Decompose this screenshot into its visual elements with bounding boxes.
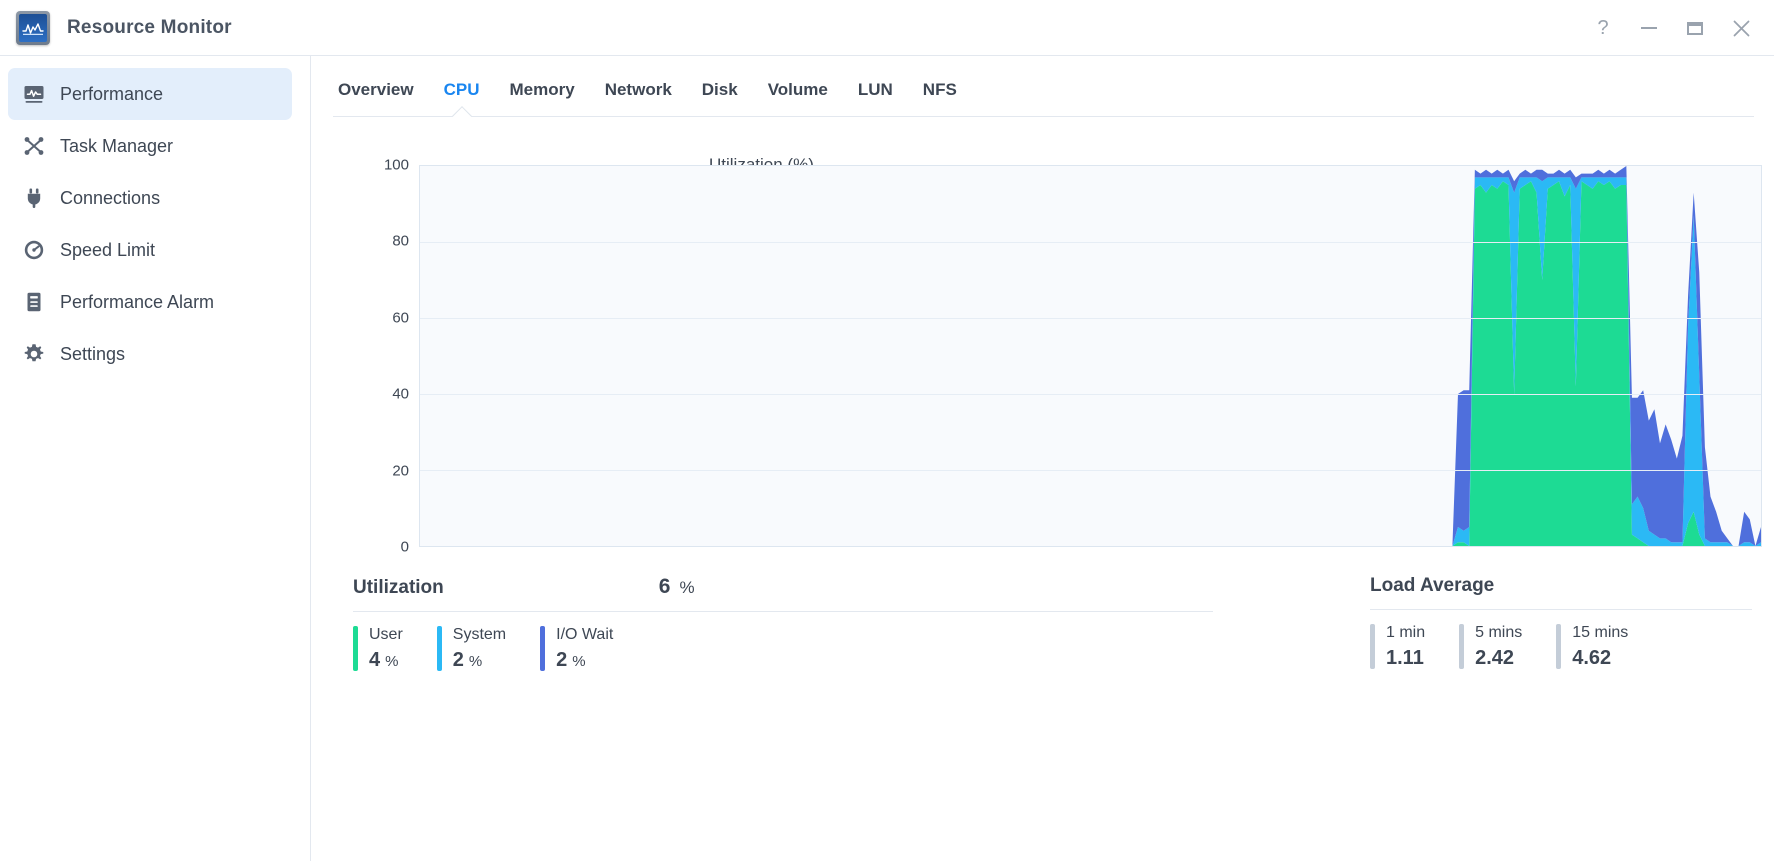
load-5min-swatch: [1459, 624, 1464, 669]
utilization-title: Utilization: [353, 577, 444, 599]
tab-network[interactable]: Network: [590, 80, 687, 116]
minimize-button[interactable]: [1626, 5, 1672, 51]
chart-gridline: [420, 318, 1761, 319]
y-axis-tick: 0: [401, 539, 409, 556]
chart-series-svg: [420, 166, 1761, 546]
load-15min-swatch: [1556, 624, 1561, 669]
metric-label: 15 mins: [1572, 624, 1628, 642]
gauge-icon: [22, 238, 46, 262]
metric-io-wait: I/O Wait 2%: [540, 626, 647, 671]
window-controls: ?: [1580, 0, 1764, 56]
metric-value: 4.62: [1572, 647, 1628, 669]
y-axis-tick: 40: [392, 386, 409, 403]
title-bar: Resource Monitor ?: [0, 0, 1774, 56]
load-average-header: Load Average: [1370, 575, 1752, 609]
sidebar-item-label: Task Manager: [60, 137, 173, 155]
plug-icon: [22, 186, 46, 210]
chart-gridline: [420, 394, 1761, 395]
y-axis-tick: 20: [392, 462, 409, 479]
sidebar-item-task-manager[interactable]: Task Manager: [8, 120, 292, 172]
chart-plot-area: [419, 165, 1762, 547]
cpu-chart-section: Utilization (%) 100806040200: [311, 117, 1774, 547]
task-manager-icon: [22, 134, 46, 158]
performance-graph-icon: [22, 82, 46, 106]
metric-load-5min: 5 mins 2.42: [1459, 624, 1556, 669]
sidebar-item-label: Performance: [60, 85, 163, 103]
main-content: Overview CPU Memory Network Disk Volume …: [311, 56, 1774, 861]
chart-series-user: [420, 181, 1761, 546]
chart-gridline: [420, 242, 1761, 243]
sidebar-item-settings[interactable]: Settings: [8, 328, 292, 380]
metric-value: 4: [369, 649, 380, 671]
metric-system: System 2%: [437, 626, 540, 671]
load-average-panel: Load Average 1 min 1.11: [1370, 575, 1752, 861]
load-average-title: Load Average: [1370, 575, 1494, 597]
tab-volume[interactable]: Volume: [753, 80, 843, 116]
sidebar-item-connections[interactable]: Connections: [8, 172, 292, 224]
close-button[interactable]: [1718, 5, 1764, 51]
utilization-unit: %: [679, 578, 694, 598]
utilization-metrics: User 4% System 2%: [353, 612, 1213, 671]
metric-load-1min: 1 min 1.11: [1370, 624, 1459, 669]
sidebar-item-label: Speed Limit: [60, 241, 155, 259]
load-1min-swatch: [1370, 624, 1375, 669]
metric-label: 1 min: [1386, 624, 1425, 642]
y-axis-tick: 80: [392, 233, 409, 250]
help-button[interactable]: ?: [1580, 5, 1626, 51]
sidebar-item-performance-alarm[interactable]: Performance Alarm: [8, 276, 292, 328]
metric-value: 1.11: [1386, 647, 1425, 669]
sidebar-item-performance[interactable]: Performance: [8, 68, 292, 120]
y-axis-tick: 60: [392, 309, 409, 326]
tab-bar: Overview CPU Memory Network Disk Volume …: [311, 56, 1774, 116]
metric-label: User: [369, 626, 403, 644]
user-color-swatch: [353, 626, 358, 671]
metric-user: User 4%: [353, 626, 437, 671]
sidebar-item-label: Performance Alarm: [60, 293, 214, 311]
sidebar-item-label: Connections: [60, 189, 160, 207]
metric-value: 2.42: [1475, 647, 1522, 669]
metric-label: I/O Wait: [556, 626, 613, 644]
tab-disk[interactable]: Disk: [687, 80, 753, 116]
sidebar-item-speed-limit[interactable]: Speed Limit: [8, 224, 292, 276]
tab-memory[interactable]: Memory: [495, 80, 590, 116]
metric-unit: %: [469, 653, 482, 670]
metric-value: 2: [453, 649, 464, 671]
window-title: Resource Monitor: [67, 17, 232, 39]
gear-icon: [22, 342, 46, 366]
utilization-header: Utilization 6 %: [353, 575, 1213, 611]
utilization-value: 6: [659, 575, 671, 599]
metric-label: 5 mins: [1475, 624, 1522, 642]
sidebar: Performance Task Manager: [0, 56, 311, 861]
tab-lun[interactable]: LUN: [843, 80, 908, 116]
metric-value: 2: [556, 649, 567, 671]
metric-label: System: [453, 626, 506, 644]
metric-load-15min: 15 mins 4.62: [1556, 624, 1662, 669]
iowait-color-swatch: [540, 626, 545, 671]
tab-overview[interactable]: Overview: [323, 80, 429, 116]
load-average-metrics: 1 min 1.11 5 mins 2.42: [1370, 610, 1752, 669]
metric-unit: %: [385, 653, 398, 670]
resource-monitor-window: Resource Monitor ?: [0, 0, 1774, 861]
sidebar-item-label: Settings: [60, 345, 125, 363]
alarm-document-icon: [22, 290, 46, 314]
tab-cpu[interactable]: CPU: [429, 80, 495, 116]
app-icon: [16, 11, 50, 45]
system-color-swatch: [437, 626, 442, 671]
utilization-panel: Utilization 6 % User 4%: [353, 575, 1213, 861]
stats-row: Utilization 6 % User 4%: [311, 547, 1774, 861]
y-axis-tick: 100: [384, 157, 409, 174]
chart-y-axis: 100806040200: [363, 165, 419, 547]
cpu-utilization-chart: 100806040200: [323, 165, 1762, 547]
chart-gridline: [420, 470, 1761, 471]
metric-unit: %: [572, 653, 585, 670]
maximize-button[interactable]: [1672, 5, 1718, 51]
tab-nfs[interactable]: NFS: [908, 80, 972, 116]
